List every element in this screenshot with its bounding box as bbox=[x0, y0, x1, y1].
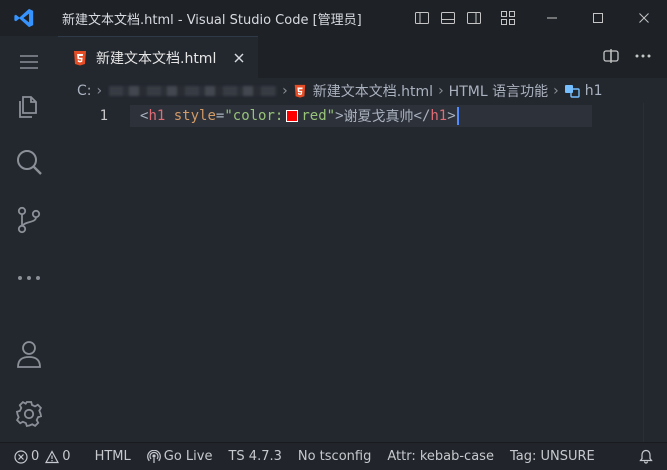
problems-indicator[interactable]: 0 0 bbox=[0, 443, 79, 470]
title-bar: 新建文本文档.html - Visual Studio Code [管理员] bbox=[0, 0, 667, 36]
chevron-right-icon: › bbox=[96, 83, 103, 99]
token-equals: = bbox=[215, 108, 225, 124]
breadcrumb-symbol[interactable]: h1 bbox=[564, 83, 603, 99]
vertical-scrollbar[interactable] bbox=[643, 103, 655, 442]
more-icon[interactable] bbox=[0, 256, 58, 300]
token-tag-close: h1 bbox=[430, 108, 448, 124]
vscode-logo-icon[interactable] bbox=[0, 0, 48, 36]
error-count: 0 bbox=[31, 449, 40, 464]
menu-icon[interactable] bbox=[0, 40, 58, 84]
html-file-icon bbox=[72, 50, 88, 66]
code-content[interactable]: < h1 style = " color: red " > 谢夏戈真帅 </h1 > bbox=[140, 106, 459, 126]
split-editor-icon[interactable] bbox=[601, 46, 621, 66]
token-close-gt: > bbox=[447, 108, 456, 124]
breadcrumb-drive[interactable]: C: bbox=[77, 83, 92, 99]
chevron-right-icon: › bbox=[553, 83, 559, 99]
error-icon bbox=[14, 449, 28, 464]
close-icon[interactable] bbox=[621, 0, 667, 36]
tab-bar: 新建文本文档.html bbox=[58, 36, 667, 78]
toggle-secondary-sidebar-icon[interactable] bbox=[464, 8, 484, 28]
token-open-lt: < bbox=[140, 108, 149, 124]
breadcrumb-file-label: 新建文本文档.html bbox=[312, 84, 434, 100]
token-close-lt: </ bbox=[413, 108, 431, 124]
go-live-label: Go Live bbox=[163, 449, 213, 464]
more-actions-icon[interactable] bbox=[633, 46, 653, 66]
account-icon[interactable] bbox=[0, 332, 58, 376]
token-attr-name: style bbox=[173, 108, 216, 124]
activity-bar bbox=[0, 36, 58, 442]
warning-icon bbox=[45, 449, 60, 464]
token-quote-open: " bbox=[224, 108, 233, 124]
notifications-bell-icon[interactable] bbox=[631, 443, 667, 470]
customize-layout-icon[interactable] bbox=[498, 8, 518, 28]
symbol-element-icon bbox=[564, 84, 580, 98]
maximize-icon[interactable] bbox=[575, 0, 621, 36]
line-number: 1 bbox=[99, 108, 108, 124]
token-attr-value-prefix: color: bbox=[232, 108, 284, 124]
source-control-icon[interactable] bbox=[0, 198, 58, 242]
status-bar: 0 0 HTML Go Live TS 4.7.3 No tsconfig At… bbox=[0, 442, 667, 470]
toggle-sidebar-icon[interactable] bbox=[412, 8, 432, 28]
token-quote-close: " bbox=[326, 108, 336, 124]
attr-case[interactable]: Attr: kebab-case bbox=[379, 443, 502, 470]
code-editor[interactable]: 1 < h1 style = " color: red " > 谢夏戈真帅 </h1 > bbox=[58, 103, 655, 442]
tag-case[interactable]: Tag: UNSURE bbox=[502, 443, 603, 470]
text-cursor bbox=[456, 107, 459, 125]
minimize-icon[interactable] bbox=[529, 0, 575, 36]
breadcrumb-redacted-path bbox=[109, 86, 278, 96]
go-live-button[interactable]: Go Live bbox=[139, 443, 221, 470]
close-tab-icon[interactable] bbox=[230, 49, 248, 67]
breadcrumb-file[interactable]: 新建文本文档.html bbox=[293, 81, 433, 101]
code-line[interactable]: 1 < h1 style = " color: red " > 谢夏戈真帅 </h1 > bbox=[58, 105, 655, 127]
broadcast-icon bbox=[146, 449, 161, 464]
html-file-icon bbox=[293, 84, 307, 98]
warning-count: 0 bbox=[62, 449, 71, 464]
chevron-right-icon: › bbox=[282, 83, 288, 99]
tab-label: 新建文本文档.html bbox=[96, 50, 217, 67]
search-icon[interactable] bbox=[0, 140, 58, 184]
color-swatch[interactable] bbox=[286, 110, 299, 122]
token-text: 谢夏戈真帅 bbox=[343, 109, 414, 125]
window-title: 新建文本文档.html - Visual Studio Code [管理员] bbox=[62, 12, 362, 28]
ts-version[interactable]: TS 4.7.3 bbox=[220, 443, 289, 470]
token-tag-open: h1 bbox=[148, 108, 166, 124]
tsconfig-status[interactable]: No tsconfig bbox=[290, 443, 379, 470]
editor-tab[interactable]: 新建文本文档.html bbox=[58, 36, 258, 78]
breadcrumb: C: › › 新建文本文档.html › HTML 语言功能 › h1 bbox=[58, 79, 667, 103]
breadcrumb-language[interactable]: HTML 语言功能 bbox=[449, 81, 548, 101]
language-mode[interactable]: HTML bbox=[87, 443, 139, 470]
explorer-icon[interactable] bbox=[0, 84, 58, 128]
token-open-gt: > bbox=[335, 108, 344, 124]
breadcrumb-symbol-label: h1 bbox=[584, 83, 603, 99]
chevron-right-icon: › bbox=[438, 83, 444, 99]
toggle-panel-icon[interactable] bbox=[438, 8, 458, 28]
settings-icon[interactable] bbox=[0, 392, 58, 436]
token-attr-value-color: red bbox=[301, 108, 327, 124]
